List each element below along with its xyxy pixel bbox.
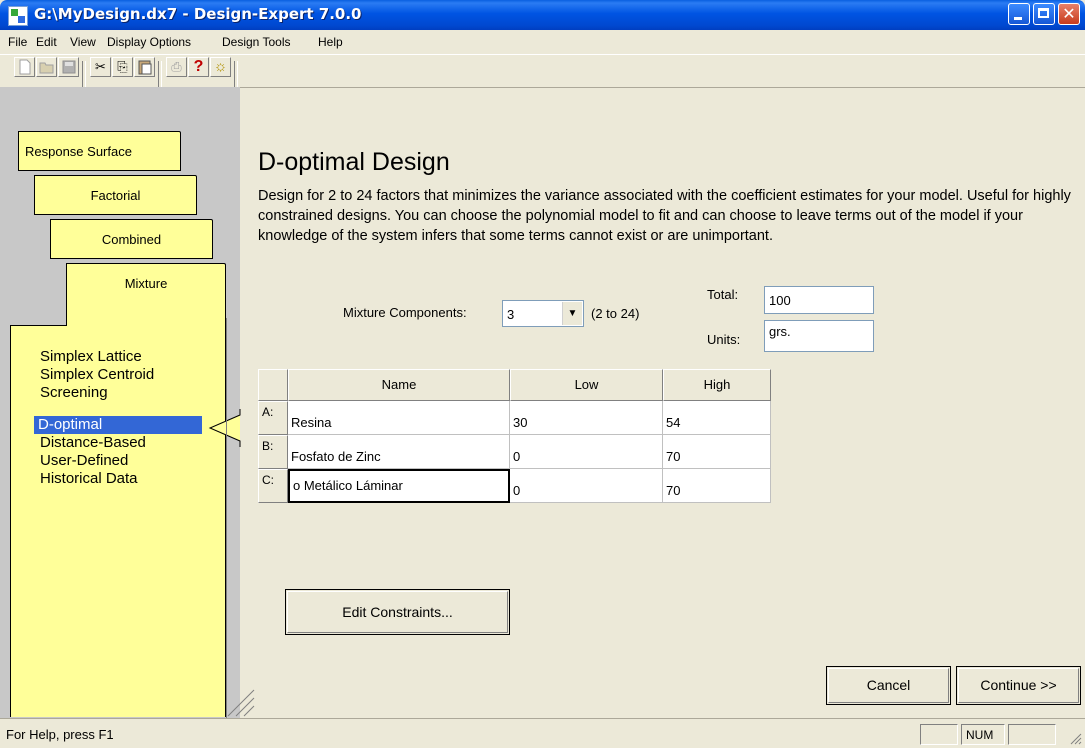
method-screening[interactable]: Screening	[38, 384, 110, 402]
menu-design-tools[interactable]: Design Tools	[222, 35, 290, 49]
cut-icon[interactable]: ✂	[90, 57, 111, 77]
minimize-button[interactable]	[1008, 3, 1030, 25]
chevron-down-icon[interactable]: ▼	[562, 302, 582, 325]
menu-display-options[interactable]: Display Options	[107, 35, 191, 49]
method-d-optimal[interactable]: D-optimal	[34, 416, 202, 434]
cell-high-b[interactable]: 70	[663, 435, 771, 469]
method-simplex-lattice[interactable]: Simplex Lattice	[38, 348, 144, 366]
status-pane-scroll	[1008, 724, 1056, 745]
tip-lightbulb-icon[interactable]: ☼	[210, 57, 231, 77]
print-icon[interactable]: ⎙	[166, 57, 187, 77]
tab-mixture[interactable]: Mixture	[66, 263, 226, 327]
mixture-components-label: Mixture Components:	[343, 305, 467, 320]
tab-factorial[interactable]: Factorial	[34, 175, 197, 215]
cell-low-c[interactable]: 0	[510, 469, 663, 503]
row-header-c[interactable]: C:	[258, 469, 288, 503]
paste-icon[interactable]	[134, 57, 155, 77]
resize-grip-icon	[227, 689, 255, 717]
status-bar: For Help, press F1 NUM	[0, 718, 1085, 748]
new-file-icon[interactable]	[14, 57, 35, 77]
app-icon	[8, 6, 28, 26]
mixture-components-select[interactable]: 3 ▼	[502, 300, 584, 327]
cell-name-a[interactable]: Resina	[288, 401, 510, 435]
maximize-button[interactable]	[1033, 3, 1055, 25]
save-icon[interactable]	[58, 57, 79, 77]
copy-icon[interactable]: ⎘	[112, 57, 133, 77]
menu-help[interactable]: Help	[318, 35, 343, 49]
toolbar: ✂ ⎘ ⎙ ? ☼	[0, 54, 1085, 88]
components-table: Name Low High A: Resina 30 54 B: Fosfato…	[258, 369, 771, 504]
column-header-name[interactable]: Name	[288, 369, 510, 401]
units-input[interactable]: grs.	[764, 320, 874, 352]
size-grip-icon[interactable]	[1068, 731, 1082, 745]
menu-view[interactable]: View	[70, 35, 96, 49]
selection-pointer-icon	[208, 409, 241, 447]
method-simplex-centroid[interactable]: Simplex Centroid	[38, 366, 156, 384]
continue-button[interactable]: Continue >>	[956, 666, 1081, 705]
status-text: For Help, press F1	[6, 727, 114, 742]
cell-name-c[interactable]: o Metálico Láminar	[288, 469, 510, 503]
cell-low-b[interactable]: 0	[510, 435, 663, 469]
help-question-icon[interactable]: ?	[188, 57, 209, 77]
maximize-icon	[1038, 8, 1049, 18]
menu-edit[interactable]: Edit	[36, 35, 57, 49]
total-label: Total:	[707, 287, 739, 302]
mixture-components-value: 3	[507, 307, 515, 322]
open-folder-icon[interactable]	[36, 57, 57, 77]
cell-name-b[interactable]: Fosfato de Zinc	[288, 435, 510, 469]
total-input[interactable]: 100	[764, 286, 874, 314]
cell-low-a[interactable]: 30	[510, 401, 663, 435]
cancel-button[interactable]: Cancel	[826, 666, 951, 705]
design-type-sidebar: Response Surface Factorial Combined Mixt…	[0, 87, 240, 718]
method-historical-data[interactable]: Historical Data	[38, 470, 140, 488]
cell-high-a[interactable]: 54	[663, 401, 771, 435]
components-range-hint: (2 to 24)	[591, 306, 640, 321]
page-title: D-optimal Design	[258, 148, 450, 176]
cell-high-c[interactable]: 70	[663, 469, 771, 503]
column-header-low[interactable]: Low	[510, 369, 663, 401]
design-description: Design for 2 to 24 factors that minimize…	[258, 188, 1071, 244]
close-icon: ✕	[1062, 4, 1076, 23]
status-pane-caps	[920, 724, 958, 745]
tab-combined[interactable]: Combined	[50, 219, 213, 259]
table-corner	[258, 369, 288, 401]
menu-bar: File Edit View Display Options Design To…	[0, 30, 1085, 54]
method-distance-based[interactable]: Distance-Based	[38, 434, 148, 452]
window-title: G:\MyDesign.dx7 - Design-Expert 7.0.0	[34, 5, 362, 23]
close-button[interactable]: ✕	[1058, 3, 1080, 25]
edit-constraints-button[interactable]: Edit Constraints...	[285, 589, 510, 635]
row-header-b[interactable]: B:	[258, 435, 288, 469]
row-header-a[interactable]: A:	[258, 401, 288, 435]
tab-response-surface[interactable]: Response Surface	[18, 131, 181, 171]
method-user-defined[interactable]: User-Defined	[38, 452, 130, 470]
minimize-icon	[1014, 17, 1022, 20]
column-header-high[interactable]: High	[663, 369, 771, 401]
menu-file[interactable]: File	[8, 35, 27, 49]
units-label: Units:	[707, 332, 741, 347]
title-bar[interactable]: G:\MyDesign.dx7 - Design-Expert 7.0.0 ✕	[0, 0, 1085, 30]
status-pane-num: NUM	[961, 724, 1005, 745]
